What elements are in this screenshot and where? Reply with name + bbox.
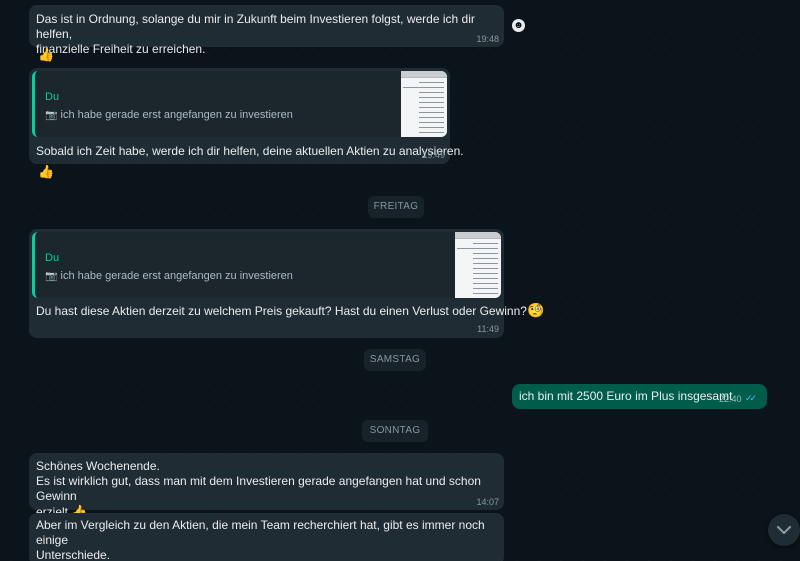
reaction-emoji[interactable]: 👍	[38, 47, 54, 62]
message-text: Sobald ich Zeit habe, werde ich dir helf…	[36, 144, 464, 158]
quote-text-label: ich habe gerade erst angefangen zu inves…	[60, 270, 293, 282]
quote-text-label: ich habe gerade erst angefangen zu inves…	[60, 109, 293, 121]
spreadsheet-thumbnail[interactable]	[401, 71, 447, 137]
message-time: 22:40	[719, 394, 742, 404]
message-line: Schönes Wochenende.	[36, 459, 160, 473]
camera-icon: 📷	[45, 271, 58, 282]
date-separator: FREITAG	[368, 196, 424, 218]
quote-author: Du	[45, 252, 60, 264]
message-text: Das ist in Ordnung, solange du mir in Zu…	[36, 12, 504, 57]
message-line: Unterschiede.	[36, 548, 111, 561]
thinking-face-emoji: 🧐	[526, 302, 545, 318]
message-bubble-incoming[interactable]: Aber im Vergleich zu den Aktien, die mei…	[29, 513, 504, 561]
scroll-to-bottom-button[interactable]	[768, 514, 800, 546]
camera-icon: 📷	[45, 110, 58, 121]
chevron-down-icon	[776, 525, 792, 535]
message-bubble-incoming[interactable]: Du 📷 ich habe gerade erst angefangen zu …	[29, 68, 464, 164]
quote-text: 📷 ich habe gerade erst angefangen zu inv…	[45, 109, 293, 121]
date-separator: SAMSTAG	[364, 349, 426, 371]
emoji-reaction-icon[interactable]: ☻	[512, 19, 525, 32]
message-bubble-incoming[interactable]: Du 📷 ich habe gerade erst angefangen zu …	[29, 229, 544, 338]
message-bubble-incoming[interactable]: Schönes Wochenende. Es ist wirklich gut,…	[29, 453, 504, 519]
quote-author: Du	[45, 91, 60, 103]
reaction-emoji[interactable]: 👍	[38, 164, 54, 179]
message-text: Schönes Wochenende. Es ist wirklich gut,…	[36, 459, 504, 520]
message-time: 19:49	[422, 150, 445, 160]
chat-area: Das ist in Ordnung, solange du mir in Zu…	[0, 0, 800, 561]
message-time: 14:07	[476, 497, 499, 507]
message-text: ich bin mit 2500 Euro im Plus insgesamt	[519, 389, 733, 403]
message-time: 19:48	[476, 34, 499, 44]
message-text: Du hast diese Aktien derzeit zu welchem …	[36, 303, 544, 319]
quoted-message[interactable]: Du 📷 ich habe gerade erst angefangen zu …	[32, 71, 447, 137]
quoted-message[interactable]: Du 📷 ich habe gerade erst angefangen zu …	[32, 232, 501, 298]
message-line: finanzielle Freiheit zu erreichen.	[36, 42, 206, 56]
date-separator: SONNTAG	[362, 420, 428, 442]
message-line: Du hast diese Aktien derzeit zu welchem …	[36, 304, 527, 318]
read-receipt-icon: ✓✓	[745, 393, 757, 403]
message-line: Es ist wirklich gut, dass man mit dem In…	[36, 474, 481, 503]
quote-text: 📷 ich habe gerade erst angefangen zu inv…	[45, 270, 293, 282]
message-bubble-outgoing[interactable]: ich bin mit 2500 Euro im Plus insgesamt …	[512, 384, 767, 409]
message-text: Aber im Vergleich zu den Aktien, die mei…	[36, 518, 504, 561]
message-line: Das ist in Ordnung, solange du mir in Zu…	[36, 12, 475, 41]
message-line: Aber im Vergleich zu den Aktien, die mei…	[36, 518, 485, 547]
message-time: 11:49	[477, 324, 499, 334]
message-bubble-incoming[interactable]: Das ist in Ordnung, solange du mir in Zu…	[29, 5, 504, 56]
spreadsheet-thumbnail[interactable]	[455, 232, 501, 298]
